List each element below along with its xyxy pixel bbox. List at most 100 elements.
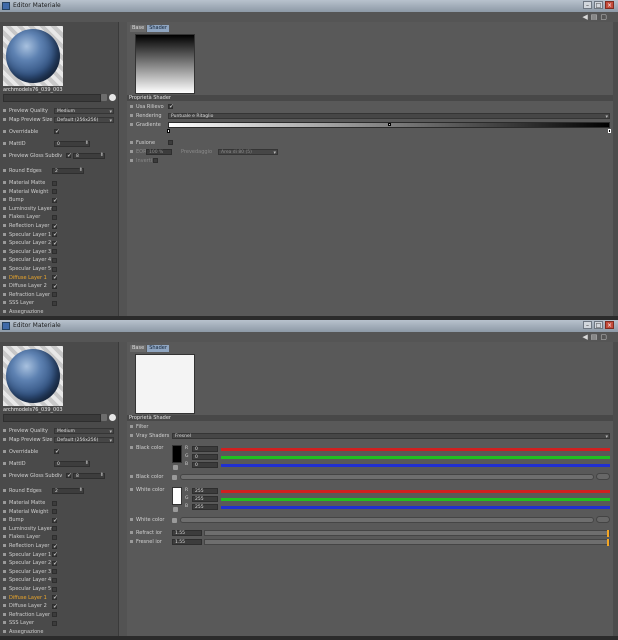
map-preview-size-dropdown[interactable]: Default (256x256) xyxy=(54,437,114,444)
layer-item[interactable]: Flakes Layer xyxy=(3,534,40,540)
layer-checkbox[interactable]: ✓ xyxy=(52,517,58,523)
black-g-slider[interactable] xyxy=(221,456,610,459)
layer-checkbox[interactable] xyxy=(52,577,57,583)
black-color-texture-arrow-icon[interactable] xyxy=(172,475,177,480)
overridable-checkbox[interactable]: ✓ xyxy=(54,449,60,455)
white-color-texture-arrow-icon[interactable] xyxy=(172,518,177,523)
layer-checkbox[interactable] xyxy=(52,300,57,306)
vertical-scrollbar[interactable] xyxy=(613,22,618,316)
tab-base[interactable]: Base xyxy=(130,25,147,32)
white-b-slider[interactable] xyxy=(221,506,610,509)
layer-checkbox[interactable] xyxy=(52,257,57,263)
preview-gloss-checkbox[interactable]: ✓ xyxy=(66,153,72,159)
overridable-checkbox[interactable]: ✓ xyxy=(54,129,60,135)
layer-item[interactable]: Specular Layer 2 xyxy=(3,240,51,246)
refract-ior-slider[interactable] xyxy=(204,530,610,537)
material-name-field[interactable] xyxy=(3,414,101,422)
layer-item[interactable]: Assegnazione xyxy=(3,629,43,635)
material-name-button[interactable] xyxy=(101,94,107,101)
layer-item[interactable]: Specular Layer 5 xyxy=(3,266,51,272)
layer-item[interactable]: Material Matte xyxy=(3,180,45,186)
refract-ior-input[interactable]: 1.55 xyxy=(172,530,202,536)
preview-sample-dropdown[interactable]: Area di 80 (5) xyxy=(218,149,278,156)
layer-checkbox[interactable]: ✓ xyxy=(52,283,58,289)
preview-gloss-checkbox[interactable]: ✓ xyxy=(66,473,72,479)
black-r-input[interactable]: 0 xyxy=(192,446,218,452)
vertical-scrollbar[interactable] xyxy=(613,342,618,636)
panel-divider[interactable] xyxy=(119,342,127,636)
arrow-left-icon[interactable]: ◀ xyxy=(582,333,590,341)
preview-quality-dropdown[interactable]: Medium xyxy=(54,428,114,435)
tab-shader[interactable]: Shader xyxy=(147,25,169,32)
panel-divider[interactable] xyxy=(119,22,127,316)
black-color-mode-icon[interactable] xyxy=(173,465,178,470)
material-dot-icon[interactable] xyxy=(109,414,116,421)
layer-checkbox[interactable]: ✓ xyxy=(52,232,58,238)
layer-checkbox[interactable] xyxy=(52,500,57,506)
white-r-input[interactable]: 255 xyxy=(192,488,218,494)
refract-ior-handle[interactable] xyxy=(607,530,609,537)
layer-checkbox[interactable] xyxy=(52,620,57,626)
close-icon[interactable]: × xyxy=(605,1,614,9)
layer-item[interactable]: Specular Layer 4 xyxy=(3,577,51,583)
layer-checkbox[interactable] xyxy=(52,189,57,195)
fresnel-ior-handle[interactable] xyxy=(607,539,609,546)
mattid-input[interactable]: 0 xyxy=(54,141,90,147)
black-color-texture-button[interactable] xyxy=(596,473,610,480)
layer-checkbox[interactable] xyxy=(52,206,57,212)
layer-item[interactable]: Specular Layer 1 xyxy=(3,552,51,558)
layer-item[interactable]: Diffuse Layer 1 xyxy=(3,275,47,281)
use-bump-checkbox[interactable]: ✓ xyxy=(168,104,174,110)
maximize-icon[interactable]: □ xyxy=(594,1,603,9)
black-g-input[interactable]: 0 xyxy=(192,454,218,460)
eor-field[interactable]: 100 % xyxy=(146,149,172,155)
layer-checkbox[interactable]: ✓ xyxy=(52,275,58,281)
rendering-dropdown[interactable]: Puntuale e Ritaglio xyxy=(168,113,610,120)
minimize-icon[interactable]: – xyxy=(583,321,592,329)
gradient-midpoint[interactable] xyxy=(388,123,391,126)
layer-item[interactable]: Reflection Layer xyxy=(3,223,49,229)
invert-checkbox[interactable] xyxy=(153,158,158,163)
layer-item[interactable]: SSS Layer xyxy=(3,620,34,626)
layer-checkbox[interactable] xyxy=(52,214,57,220)
close-icon[interactable]: × xyxy=(605,321,614,329)
tab-shader[interactable]: Shader xyxy=(147,345,169,352)
layer-item[interactable]: Refraction Layer xyxy=(3,612,50,618)
black-b-slider[interactable] xyxy=(221,464,610,467)
layer-item[interactable]: SSS Layer xyxy=(3,300,34,306)
white-color-mode-icon[interactable] xyxy=(173,507,178,512)
white-color-texture-field[interactable] xyxy=(180,517,594,523)
layer-item[interactable]: Assegnazione xyxy=(3,309,43,315)
map-preview-size-dropdown[interactable]: Default (256x256) xyxy=(54,117,114,124)
layer-checkbox[interactable] xyxy=(52,180,57,186)
white-b-input[interactable]: 255 xyxy=(192,504,218,510)
layer-checkbox[interactable]: ✓ xyxy=(52,543,58,549)
layer-item[interactable]: Diffuse Layer 1 xyxy=(3,595,47,601)
material-dot-icon[interactable] xyxy=(109,94,116,101)
white-g-input[interactable]: 255 xyxy=(192,496,218,502)
layer-checkbox[interactable] xyxy=(52,249,57,255)
lock-icon[interactable]: ▤ xyxy=(591,13,601,21)
black-color-texture-field[interactable] xyxy=(180,474,594,480)
round-edges-input[interactable]: 2 xyxy=(52,168,84,174)
layer-item[interactable]: Specular Layer 5 xyxy=(3,586,51,592)
layer-checkbox[interactable]: ✓ xyxy=(52,240,58,246)
layer-item[interactable]: Diffuse Layer 2 xyxy=(3,603,47,609)
fresnel-ior-slider[interactable] xyxy=(204,539,610,546)
layer-item[interactable]: Luminosity Layer xyxy=(3,206,52,212)
layer-item[interactable]: Specular Layer 2 xyxy=(3,560,51,566)
layer-item[interactable]: Specular Layer 3 xyxy=(3,569,51,575)
layer-item[interactable]: Specular Layer 4 xyxy=(3,257,51,263)
white-color-swatch[interactable] xyxy=(172,487,182,505)
tab-base[interactable]: Base xyxy=(130,345,147,352)
layer-item[interactable]: Specular Layer 3 xyxy=(3,249,51,255)
black-r-slider[interactable] xyxy=(221,448,610,451)
preview-quality-dropdown[interactable]: Medium xyxy=(54,108,114,115)
maximize-icon[interactable]: □ xyxy=(594,321,603,329)
black-color-swatch[interactable] xyxy=(172,445,182,463)
black-b-input[interactable]: 0 xyxy=(192,462,218,468)
layer-checkbox[interactable] xyxy=(52,526,57,532)
layer-checkbox[interactable] xyxy=(52,292,57,298)
gradient-knot-start[interactable] xyxy=(167,129,170,133)
layer-checkbox[interactable]: ✓ xyxy=(52,197,58,203)
